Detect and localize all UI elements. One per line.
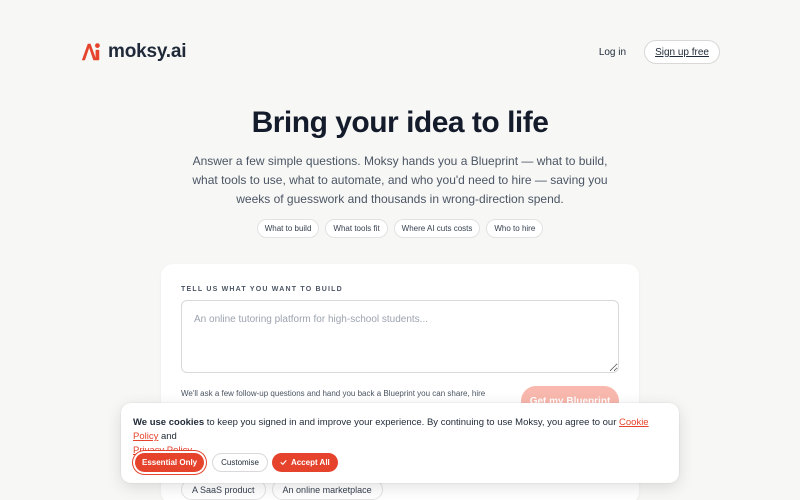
check-icon: [280, 460, 287, 465]
login-link[interactable]: Log in: [599, 47, 626, 58]
accept-all-label: Accept All: [290, 458, 330, 467]
cookie-text-2: and: [158, 431, 177, 442]
brand-logo[interactable]: moksy.ai: [80, 41, 187, 63]
moksy-logo-icon: [81, 43, 100, 61]
essential-only-button[interactable]: Essential Only: [135, 453, 205, 472]
signup-button[interactable]: Sign up free: [644, 40, 720, 64]
topic-chip-what-tools-fit[interactable]: What tools fit: [325, 219, 388, 238]
site-header: moksy.ai Log in Sign up free: [80, 38, 720, 66]
idea-input[interactable]: [181, 300, 619, 373]
customise-button[interactable]: Customise: [212, 453, 268, 472]
idea-form-label: TELL US WHAT YOU WANT TO BUILD: [181, 286, 343, 293]
cookie-lead: We use cookies: [133, 417, 205, 428]
top-nav: Log in Sign up free: [599, 40, 720, 64]
form-helper-text: We'll ask a few follow-up questions and …: [181, 389, 486, 398]
cookie-text-1: to keep you signed in and improve your e…: [204, 417, 620, 428]
accept-all-button[interactable]: Accept All: [271, 453, 338, 472]
cookie-actions: Essential Only Customise Accept All: [133, 453, 338, 472]
topic-chips: What to build What tools fit Where AI cu…: [0, 219, 800, 238]
brand-name: moksy.ai: [108, 41, 187, 62]
hero-subtitle: Answer a few simple questions. Moksy han…: [192, 154, 608, 206]
topic-chip-ai-cuts-costs[interactable]: Where AI cuts costs: [393, 219, 481, 238]
topic-chip-what-to-build[interactable]: What to build: [256, 219, 320, 238]
hero-title: Bring your idea to life: [251, 106, 549, 139]
topic-chip-who-to-hire[interactable]: Who to hire: [486, 219, 544, 238]
cookie-banner: We use cookies to keep you signed in and…: [121, 403, 679, 483]
cookie-message: We use cookies to keep you signed in and…: [133, 416, 673, 458]
